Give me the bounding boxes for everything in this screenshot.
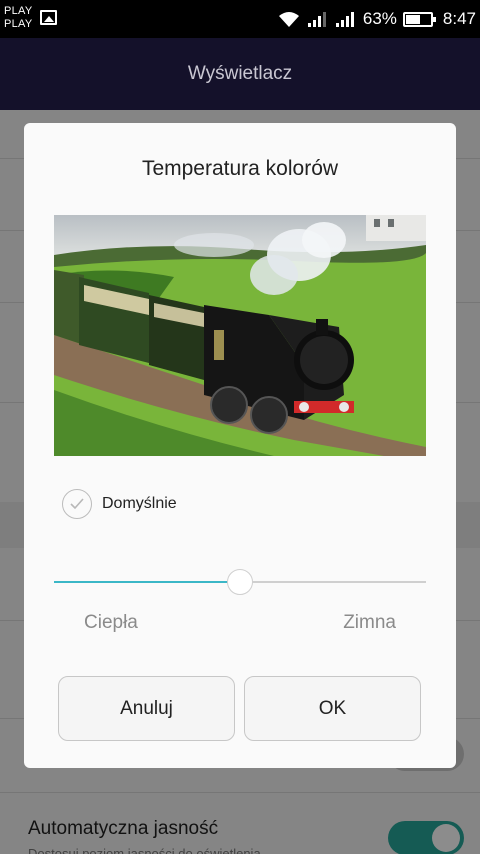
status-icons: 63% 8:47 bbox=[277, 0, 476, 38]
notification-text: PLAY PLAY bbox=[4, 5, 33, 30]
color-temperature-slider[interactable] bbox=[54, 569, 426, 595]
signal-icon bbox=[307, 12, 326, 27]
dialog-title: Temperatura kolorów bbox=[141, 157, 339, 180]
status-bar: PLAY PLAY 63% 8:47 bbox=[0, 0, 480, 38]
image-icon bbox=[40, 10, 57, 25]
signal-icon bbox=[335, 12, 354, 27]
clock: 8:47 bbox=[442, 9, 476, 28]
app-bar: Wyświetlacz bbox=[0, 38, 480, 110]
color-temperature-dialog: Temperatura kolorów Domyślnie Ciepła Zim… bbox=[24, 123, 456, 768]
slider-min-label: Ciepła bbox=[84, 612, 138, 633]
locomotive-photo bbox=[54, 215, 426, 456]
default-label: Domyślnie bbox=[102, 495, 177, 512]
cancel-button[interactable]: Anuluj bbox=[58, 676, 235, 741]
battery-level bbox=[405, 14, 421, 24]
slider-max-label: Zimna bbox=[343, 612, 396, 633]
default-option[interactable]: Domyślnie bbox=[62, 487, 177, 521]
page-title: Wyświetlacz bbox=[187, 63, 293, 84]
battery-percent: 63% bbox=[362, 9, 397, 28]
ok-button[interactable]: OK bbox=[244, 676, 421, 741]
preview-image bbox=[54, 215, 426, 456]
slider-fill bbox=[54, 581, 240, 583]
battery-icon bbox=[402, 11, 436, 27]
slider-thumb[interactable] bbox=[227, 569, 253, 595]
wifi-icon bbox=[278, 12, 299, 27]
default-checkbox[interactable] bbox=[62, 489, 92, 519]
check-icon bbox=[70, 498, 84, 510]
